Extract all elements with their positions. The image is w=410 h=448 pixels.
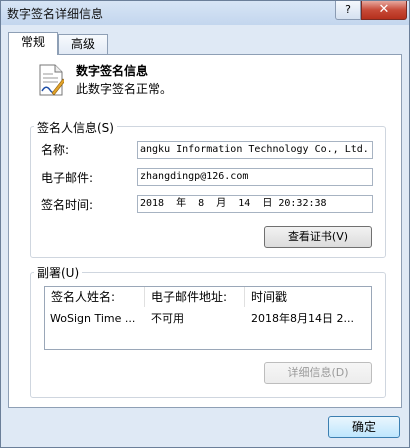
tab-advanced[interactable]: 高级 [58,34,108,54]
column-header-signer-name[interactable]: 签名人姓名: [45,287,145,307]
signature-info-title: 数字签名信息 [76,64,149,78]
column-header-timestamp[interactable]: 时间戳 [245,287,371,307]
column-header-email[interactable]: 电子邮件地址: [145,287,245,307]
countersign-label: 副署(U) [34,264,83,281]
view-certificate-button[interactable]: 查看证书(V) [264,226,372,248]
close-button[interactable]: ✕ [361,1,407,20]
tab-general[interactable]: 常规 [8,32,58,55]
details-button[interactable]: 详细信息(D) [264,362,372,384]
email-field[interactable]: zhangdingp@126.com [137,168,373,186]
signature-status-text: 此数字签名正常。 [76,82,173,96]
signing-time-label: 签名时间: [41,198,94,212]
row-timestamp: 2018年8月14日 2... [251,312,354,325]
name-field[interactable]: angku Information Technology Co., Ltd. [137,141,373,159]
signer-info-label: 签名人信息(S) [34,119,117,136]
help-button[interactable]: ? [335,1,361,20]
countersign-list[interactable]: 签名人姓名: 电子邮件地址: 时间戳 WoSign Time ... 不可用 2… [44,286,372,350]
ok-button[interactable]: 确定 [328,416,400,438]
email-label: 电子邮件: [41,171,94,185]
name-label: 名称: [41,143,70,157]
window-title: 数字签名详细信息 [7,7,104,21]
row-email: 不可用 [151,312,184,325]
row-signer-name: WoSign Time ... [50,312,136,325]
signing-time-field[interactable]: 2018 年 8 月 14 日 20:32:38 [137,195,373,213]
title-bar: 数字签名详细信息 ? ✕ [1,1,409,25]
signed-document-icon [39,64,64,96]
